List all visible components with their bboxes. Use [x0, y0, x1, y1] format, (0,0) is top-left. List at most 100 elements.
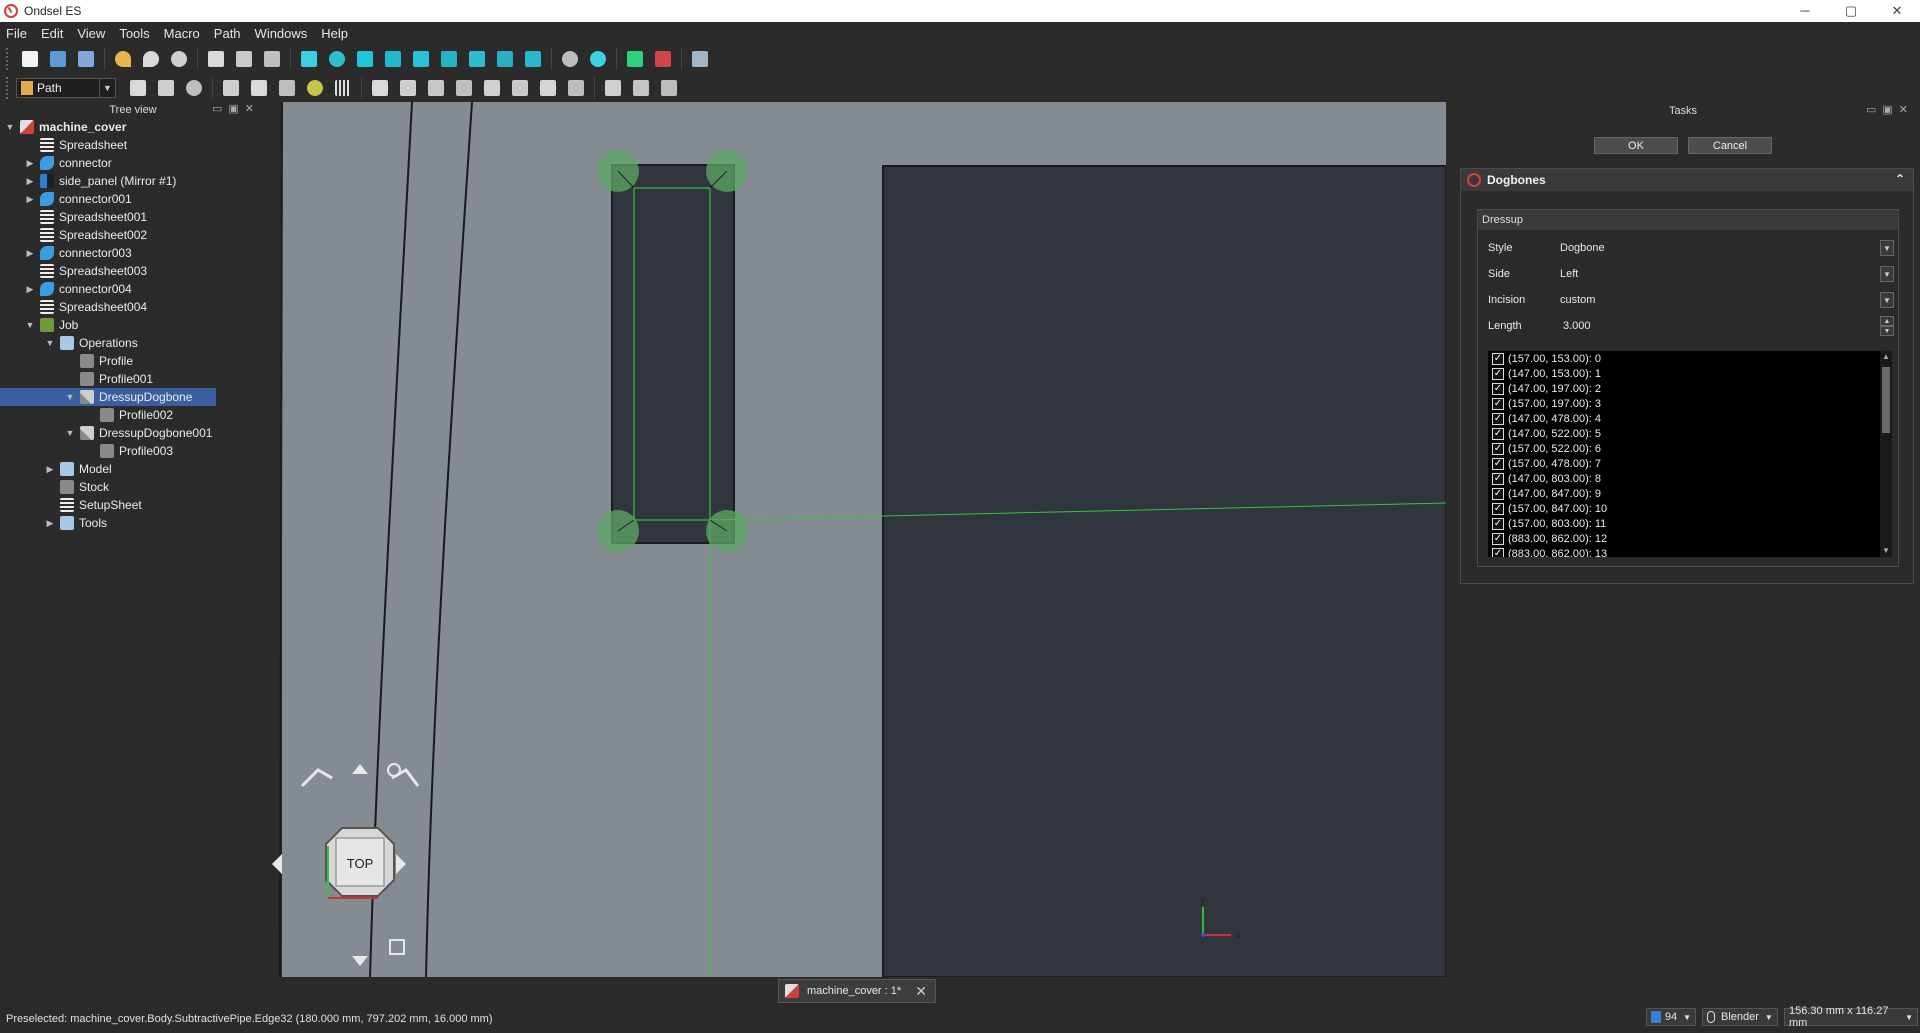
- post-process-icon[interactable]: [154, 77, 178, 99]
- pocket-op-icon[interactable]: [396, 77, 420, 99]
- spin-down-icon[interactable]: ▼: [1880, 326, 1894, 336]
- document-tab[interactable]: machine_cover : 1* ✕: [778, 979, 936, 1003]
- chevron-right-icon[interactable]: ▶: [24, 176, 36, 187]
- slot-op-icon[interactable]: [657, 77, 681, 99]
- face-op-icon[interactable]: [452, 77, 476, 99]
- link-icon[interactable]: [260, 48, 284, 70]
- dressup-op-icon[interactable]: [564, 77, 588, 99]
- edge-checkbox[interactable]: ✓: [1492, 517, 1504, 530]
- part-icon[interactable]: [204, 48, 228, 70]
- draw-style-icon[interactable]: [558, 48, 582, 70]
- tool-controller-icon[interactable]: [247, 77, 271, 99]
- scroll-thumb[interactable]: [1882, 367, 1890, 433]
- edge-list-item[interactable]: ✓ (157.00, 847.00): 10: [1488, 501, 1892, 516]
- menu-file[interactable]: File: [6, 26, 27, 41]
- group-folder-icon[interactable]: [232, 48, 256, 70]
- toolbar-grip[interactable]: [6, 76, 12, 99]
- array-icon[interactable]: [331, 77, 355, 99]
- tree-item[interactable]: ▶ connector004: [0, 280, 266, 298]
- maximize-button[interactable]: ▢: [1828, 0, 1874, 22]
- chevron-down-icon[interactable]: ▼: [1880, 240, 1894, 256]
- rear-view-icon[interactable]: [465, 48, 489, 70]
- chevron-down-icon[interactable]: ▼: [64, 428, 76, 438]
- surface-op-icon[interactable]: [601, 77, 625, 99]
- tree-item[interactable]: ▶ connector003: [0, 244, 266, 262]
- edge-list-item[interactable]: ✓ (157.00, 478.00): 7: [1488, 456, 1892, 471]
- redo-icon[interactable]: [139, 48, 163, 70]
- edge-checkbox[interactable]: ✓: [1492, 532, 1504, 545]
- menu-edit[interactable]: Edit: [41, 26, 63, 41]
- edge-list-item[interactable]: ✓ (147.00, 522.00): 5: [1488, 426, 1892, 441]
- tree-item[interactable]: Spreadsheet: [0, 136, 266, 154]
- dogbones-panel-header[interactable]: Dogbones ⌃: [1461, 169, 1913, 191]
- simulator-icon[interactable]: [303, 77, 327, 99]
- tree-item[interactable]: ▶ Tools: [0, 514, 266, 532]
- fit-all-icon[interactable]: [297, 48, 321, 70]
- chevron-up-icon[interactable]: ⌃: [1895, 172, 1905, 186]
- ok-button[interactable]: OK: [1594, 137, 1678, 154]
- chevron-right-icon[interactable]: ▶: [24, 194, 36, 205]
- edge-list-item[interactable]: ✓ (157.00, 197.00): 3: [1488, 396, 1892, 411]
- job-create-icon[interactable]: [126, 77, 150, 99]
- tree-item[interactable]: Profile: [0, 352, 266, 370]
- edge-checkbox[interactable]: ✓: [1492, 397, 1504, 410]
- chevron-down-icon[interactable]: ▼: [64, 392, 76, 402]
- edge-list-item[interactable]: ✓ (157.00, 153.00): 0: [1488, 351, 1892, 366]
- menu-macro[interactable]: Macro: [164, 26, 200, 41]
- edge-checkbox[interactable]: ✓: [1492, 412, 1504, 425]
- edge-checkbox[interactable]: ✓: [1492, 457, 1504, 470]
- tree-item[interactable]: ▼ Operations: [0, 334, 266, 352]
- drilling-op-icon[interactable]: [424, 77, 448, 99]
- model-view-svg[interactable]: TOP y x: [266, 102, 1446, 977]
- tree-item[interactable]: SetupSheet: [0, 496, 266, 514]
- edge-checkbox[interactable]: ✓: [1492, 367, 1504, 380]
- cancel-button[interactable]: Cancel: [1688, 137, 1772, 154]
- minimize-button[interactable]: ─: [1782, 0, 1828, 22]
- tree-item[interactable]: ▼ DressupDogbone001: [0, 424, 266, 442]
- right-view-icon[interactable]: [437, 48, 461, 70]
- menu-path[interactable]: Path: [214, 26, 241, 41]
- tree-item[interactable]: Stock: [0, 478, 266, 496]
- tree-item[interactable]: ▶ Model: [0, 460, 266, 478]
- dimensions-status[interactable]: 156.30 mm x 116.27 mm ▼: [1784, 1005, 1918, 1029]
- navigation-style-status[interactable]: Blender ▼: [1702, 1008, 1778, 1026]
- edge-checkbox[interactable]: ✓: [1492, 442, 1504, 455]
- clipping-plane-icon[interactable]: [651, 48, 675, 70]
- menu-help[interactable]: Help: [321, 26, 348, 41]
- sanity-check-icon[interactable]: [182, 77, 206, 99]
- refresh-icon[interactable]: [167, 48, 191, 70]
- save-document-icon[interactable]: [74, 48, 98, 70]
- edge-list-item[interactable]: ✓ (883.00, 862.00): 13: [1488, 546, 1892, 557]
- whats-this-icon[interactable]: [688, 48, 712, 70]
- tree-item[interactable]: Profile002: [0, 406, 266, 424]
- toolbar-grip[interactable]: [6, 47, 12, 70]
- chevron-down-icon[interactable]: ▼: [24, 320, 36, 330]
- chevron-down-icon[interactable]: ▼: [4, 122, 16, 132]
- chevron-down-icon[interactable]: ▼: [1880, 266, 1894, 282]
- top-view-icon[interactable]: [409, 48, 433, 70]
- measure-icon[interactable]: [623, 48, 647, 70]
- style-select[interactable]: Dogbone: [1560, 242, 1880, 254]
- tree-item[interactable]: Spreadsheet003: [0, 262, 266, 280]
- edge-checkbox[interactable]: ✓: [1492, 382, 1504, 395]
- dock-controls[interactable]: ▭▣✕: [212, 102, 260, 115]
- tree-item[interactable]: Spreadsheet001: [0, 208, 266, 226]
- undo-icon[interactable]: [111, 48, 135, 70]
- tree-item[interactable]: Profile001: [0, 370, 266, 388]
- chevron-right-icon[interactable]: ▶: [44, 518, 56, 529]
- chevron-right-icon[interactable]: ▶: [24, 158, 36, 169]
- length-input[interactable]: 3.000: [1560, 320, 1880, 332]
- edge-list-item[interactable]: ✓ (147.00, 478.00): 4: [1488, 411, 1892, 426]
- tree-item[interactable]: ▶ connector001: [0, 190, 266, 208]
- tree-item[interactable]: ▼ Job: [0, 316, 266, 334]
- tree-item[interactable]: Spreadsheet002: [0, 226, 266, 244]
- edge-checkbox[interactable]: ✓: [1492, 472, 1504, 485]
- menu-windows[interactable]: Windows: [255, 26, 308, 41]
- profile-op-icon[interactable]: [368, 77, 392, 99]
- edge-checkbox[interactable]: ✓: [1492, 547, 1504, 557]
- tree-item[interactable]: ▶ connector: [0, 154, 266, 172]
- chevron-right-icon[interactable]: ▶: [24, 248, 36, 259]
- dock-controls[interactable]: ▭▣✕: [1866, 103, 1914, 116]
- edge-list-scrollbar[interactable]: ▲ ▼: [1880, 351, 1892, 557]
- edge-list-item[interactable]: ✓ (157.00, 522.00): 6: [1488, 441, 1892, 456]
